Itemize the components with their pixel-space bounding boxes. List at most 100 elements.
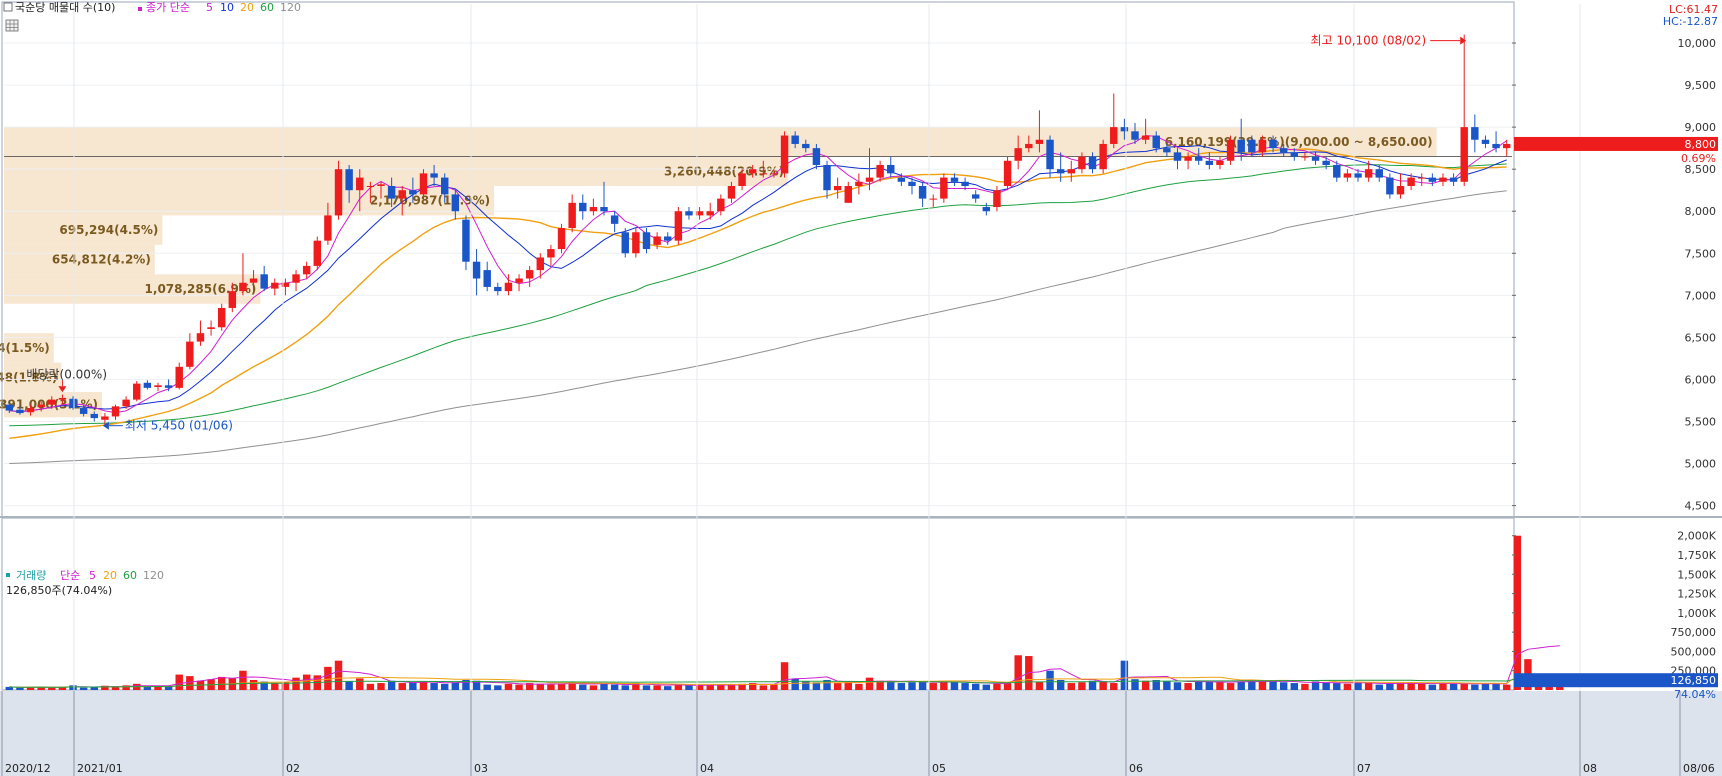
candle-body-5	[58, 397, 67, 400]
candle-body-102	[1088, 156, 1097, 170]
candle-body-76	[812, 148, 821, 165]
candle-body-75	[802, 143, 810, 149]
volume-bar-87	[929, 683, 937, 690]
volume-bar-72	[770, 684, 778, 690]
candle-body-128	[1364, 169, 1373, 178]
candle-body-55	[589, 207, 598, 212]
candle-body-73	[780, 135, 789, 174]
volume-bar-91	[971, 683, 980, 690]
volume-bar-113	[1205, 681, 1214, 690]
candle-body-45	[483, 270, 491, 287]
x-axis-band	[0, 691, 1722, 776]
volume-bar-112	[1195, 680, 1203, 690]
candle-body-42	[451, 194, 460, 212]
candle-body-118	[1258, 139, 1267, 153]
volume-bar-54	[579, 684, 587, 690]
candle-body-59	[632, 232, 640, 254]
price-tick-label-6: 7,000	[1685, 289, 1717, 302]
candle-body-84	[897, 177, 906, 182]
volume-bar-31	[334, 660, 343, 690]
candle-body-38	[409, 190, 417, 195]
x-tick-label-4: 04	[700, 762, 714, 775]
candle-body-133	[1418, 177, 1426, 179]
x-tick-label-9: 08/06	[1683, 762, 1715, 775]
volume-bar-4	[48, 687, 56, 690]
candle-body-92	[982, 207, 991, 212]
candle-body-126	[1343, 173, 1352, 178]
candle-body-15	[164, 385, 173, 388]
hc-readout: HC:-12.87	[1663, 15, 1718, 28]
table-icon[interactable]	[5, 19, 19, 32]
candle-body-80	[855, 181, 863, 186]
candle-body-109	[1163, 148, 1171, 153]
vol-ma60-legend: 60	[123, 569, 137, 582]
candle-body-49	[525, 270, 534, 279]
candle-body-18	[196, 333, 205, 342]
ma5-legend: 5	[206, 1, 213, 14]
volume-bar-36	[387, 680, 396, 690]
volume-bar-93	[993, 683, 1001, 690]
candle-body-77	[823, 164, 831, 191]
candle-body-52	[557, 228, 566, 250]
volume-bar-134	[1428, 684, 1437, 690]
volume-bar-109	[1163, 681, 1171, 690]
candle-body-95	[1014, 148, 1022, 161]
candle-body-44	[472, 261, 481, 279]
candle-body-119	[1269, 139, 1277, 149]
candle-body-30	[324, 215, 332, 241]
price-tick-label-4: 8,000	[1685, 205, 1717, 218]
volume-bar-114	[1216, 682, 1224, 690]
price-tick-label-10: 5,000	[1685, 458, 1717, 471]
candle-body-13	[143, 382, 152, 388]
candle-body-25	[271, 282, 279, 289]
volume-bar-121	[1290, 683, 1299, 690]
candle-body-86	[918, 186, 927, 199]
candle-body-89	[950, 177, 959, 182]
candle-body-58	[621, 232, 629, 254]
volume-bar-116	[1237, 681, 1245, 690]
volume-bar-27	[292, 677, 300, 690]
last-volume-pct-label: 74.04%	[1674, 688, 1716, 701]
volume-bar-40	[430, 683, 438, 690]
volume-bar-32	[345, 681, 353, 690]
volume-bar-30	[324, 666, 332, 690]
candle-body-97	[1035, 139, 1044, 144]
candle-body-137	[1460, 127, 1468, 182]
volume-bar-73	[780, 662, 789, 690]
volume-tick-label-0: 2,000K	[1677, 530, 1716, 543]
volume-bar-45	[483, 684, 491, 690]
volume-bar-66	[706, 685, 714, 690]
volume-bar-48	[515, 684, 523, 690]
x-tick-label-0: 2020/12	[5, 762, 51, 775]
candle-body-62	[664, 236, 672, 241]
candle-body-28	[302, 265, 311, 275]
candle-body-104	[1110, 127, 1118, 144]
low-annotation: 최저 5,450 (01/06)	[125, 419, 233, 433]
candle-body-83	[887, 164, 895, 174]
volume-bar-46	[494, 685, 502, 690]
candle-body-69	[738, 173, 746, 186]
volume-title: 거래량	[16, 569, 46, 582]
x-tick-label-2: 02	[286, 762, 300, 775]
volume-bar-130	[1386, 683, 1394, 690]
x-tick-label-7: 07	[1357, 762, 1371, 775]
volume-bar-50	[536, 683, 545, 690]
ma10-legend: 10	[220, 1, 234, 14]
candle-body-78	[833, 186, 842, 191]
volume-bar-62	[664, 686, 672, 690]
candle-body-7	[79, 408, 88, 414]
candle-body-1	[16, 409, 24, 414]
volume-bar-17	[186, 676, 194, 690]
candle-body-98	[1046, 139, 1054, 170]
profile-label-5: 654,812(4.2%)	[52, 253, 151, 267]
volume-tick-label-4: 1,000K	[1677, 607, 1716, 620]
price-tick-label-9: 5,500	[1685, 415, 1717, 428]
volume-bar-78	[833, 683, 842, 690]
vol-ma120-legend: 120	[143, 569, 164, 582]
volume-bar-135	[1439, 683, 1447, 690]
candle-body-72	[770, 173, 778, 175]
candle-body-23	[249, 278, 258, 283]
volume-bar-42	[451, 682, 460, 690]
candle-body-27	[292, 274, 300, 283]
stock-chart[interactable]: 259,236(1.7%)391,000(3.1%)275,848(1.8%)2…	[0, 0, 1722, 776]
